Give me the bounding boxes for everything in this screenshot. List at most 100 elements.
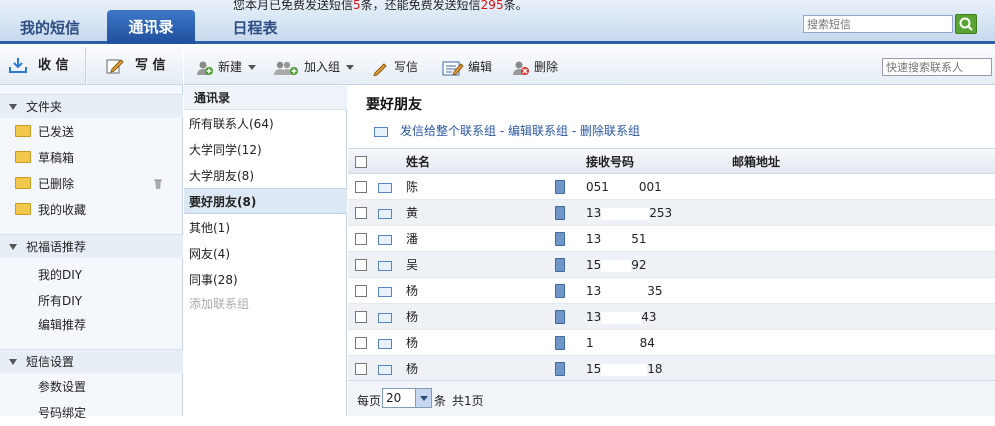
- select-all-checkbox[interactable]: [355, 156, 367, 168]
- phone-suffix: 001: [638, 180, 662, 194]
- edit-button[interactable]: 编辑: [442, 58, 492, 76]
- tab-my-sms[interactable]: 我的短信: [0, 12, 100, 44]
- redacted-digits: [601, 311, 642, 324]
- redacted-digits: [593, 337, 640, 350]
- envelope-icon[interactable]: [378, 313, 392, 323]
- contact-name: 黄: [406, 206, 419, 220]
- phone-prefix: 051: [586, 180, 609, 194]
- contact-name: 杨: [406, 310, 419, 324]
- row-checkbox[interactable]: [355, 337, 367, 349]
- redacted-digits: [601, 363, 648, 376]
- table-row[interactable]: 潘 13 51: [348, 226, 995, 252]
- search-sms-button[interactable]: [955, 14, 977, 34]
- table-row[interactable]: 吴 15 92: [348, 252, 995, 278]
- table-row[interactable]: 杨 13 35: [348, 278, 995, 304]
- per-page-select[interactable]: 20: [382, 388, 432, 408]
- row-checkbox[interactable]: [355, 181, 367, 193]
- table-row[interactable]: 陈 051 001: [348, 174, 995, 200]
- contact-name: 陈: [406, 180, 419, 194]
- sidebar-item-parameters[interactable]: 参数设置: [0, 374, 183, 400]
- redacted-digits: [601, 207, 650, 220]
- sidebar-item-drafts[interactable]: 草稿箱: [0, 145, 183, 171]
- phone-icon: [555, 258, 565, 272]
- per-page-label: 每页: [357, 394, 382, 408]
- group-item[interactable]: 同事(28): [184, 267, 347, 293]
- greetings-section-header[interactable]: 祝福语推荐: [0, 234, 183, 258]
- sidebar-item-number-binding[interactable]: 号码绑定: [0, 400, 183, 426]
- phone-icon: [555, 362, 565, 376]
- sms-settings-section-header[interactable]: 短信设置: [0, 349, 183, 373]
- sidebar-item-all-diy[interactable]: 所有DIY: [0, 288, 183, 314]
- delete-label: 删除: [534, 60, 559, 74]
- pencil-icon: [373, 62, 387, 76]
- separator: -: [499, 124, 505, 138]
- group-item[interactable]: 所有联系人(64): [184, 111, 347, 137]
- group-item[interactable]: 大学朋友(8): [184, 163, 347, 189]
- table-row[interactable]: 杨 15 18: [348, 356, 995, 382]
- collapse-triangle-icon: [9, 359, 17, 365]
- edit-group-link[interactable]: 编辑联系组: [508, 124, 568, 138]
- write-message-button[interactable]: 写信: [372, 58, 418, 76]
- table-row[interactable]: 杨 13 43: [348, 304, 995, 330]
- table-row[interactable]: 杨 1 84: [348, 330, 995, 356]
- envelope-icon[interactable]: [378, 339, 392, 349]
- phone-icon: [555, 232, 565, 246]
- row-checkbox[interactable]: [355, 233, 367, 245]
- group-item[interactable]: 其他(1): [184, 215, 347, 241]
- column-header-phone[interactable]: 接收号码: [586, 149, 634, 175]
- add-group-link[interactable]: 添加联系组: [184, 291, 347, 317]
- tab-schedule[interactable]: 日程表: [205, 12, 305, 44]
- row-checkbox[interactable]: [355, 259, 367, 271]
- sidebar-item-sent[interactable]: 已发送: [0, 119, 183, 145]
- table-row[interactable]: 黄 13 253: [348, 200, 995, 226]
- column-header-email[interactable]: 邮箱地址: [732, 149, 780, 175]
- sidebar-item-my-diy[interactable]: 我的DIY: [0, 262, 183, 288]
- quick-search-contacts-input[interactable]: [882, 58, 992, 76]
- envelope-icon[interactable]: [378, 287, 392, 297]
- compose-button[interactable]: 写 信: [87, 47, 183, 85]
- phone-prefix: 13: [586, 232, 602, 246]
- compose-label: 写 信: [135, 58, 166, 73]
- contact-phone: 1 84: [586, 330, 655, 356]
- envelope-icon[interactable]: [378, 261, 392, 271]
- envelope-icon[interactable]: [378, 235, 392, 245]
- tab-contacts[interactable]: 通讯录: [107, 10, 195, 44]
- contact-groups-panel: 通讯录 所有联系人(64) 大学同学(12) 大学朋友(8) 要好朋友(8) 其…: [184, 86, 347, 416]
- search-sms-input[interactable]: [803, 15, 953, 33]
- phone-suffix: 253: [649, 206, 673, 220]
- notice-text: 条，还能免费发送短信: [360, 0, 481, 12]
- dropdown-caret-icon: [346, 65, 355, 70]
- row-checkbox[interactable]: [355, 363, 367, 375]
- envelope-icon[interactable]: [378, 365, 392, 375]
- row-checkbox[interactable]: [355, 285, 367, 297]
- folders-section-header[interactable]: 文件夹: [0, 94, 183, 118]
- contact-phone: 13 35: [586, 278, 663, 304]
- group-actions: 发信给整个联系组 - 编辑联系组 - 删除联系组: [374, 122, 640, 139]
- empty-trash-icon[interactable]: [152, 178, 164, 190]
- group-item[interactable]: 大学同学(12): [184, 137, 347, 163]
- delete-button[interactable]: 删除: [512, 58, 558, 76]
- row-checkbox[interactable]: [355, 311, 367, 323]
- inbox-button[interactable]: 收 信: [0, 47, 86, 85]
- edit-label: 编辑: [468, 60, 493, 74]
- sidebar-item-deleted[interactable]: 已删除: [0, 171, 183, 197]
- collapse-triangle-icon: [9, 104, 17, 110]
- envelope-icon[interactable]: [378, 183, 392, 193]
- contact-phone: 13 253: [586, 200, 672, 226]
- sidebar-item-editor-picks[interactable]: 编辑推荐: [0, 312, 183, 338]
- redacted-digits: [601, 259, 632, 272]
- message-whole-group-link[interactable]: 发信给整个联系组: [400, 124, 496, 138]
- group-item[interactable]: 网友(4): [184, 241, 347, 267]
- column-header-name[interactable]: 姓名: [406, 149, 430, 175]
- per-page-value: 20: [386, 391, 402, 405]
- envelope-icon[interactable]: [378, 209, 392, 219]
- delete-group-link[interactable]: 删除联系组: [580, 124, 640, 138]
- group-item-selected[interactable]: 要好朋友(8): [184, 188, 347, 214]
- phone-suffix: 51: [631, 232, 647, 246]
- delete-contact-icon: [513, 61, 529, 75]
- new-contact-button[interactable]: 新建: [196, 58, 257, 76]
- row-checkbox[interactable]: [355, 207, 367, 219]
- sidebar-item-favorites[interactable]: 我的收藏: [0, 197, 183, 223]
- add-to-group-button[interactable]: 加入组: [274, 58, 355, 76]
- notice-sent-count: 5: [353, 0, 361, 12]
